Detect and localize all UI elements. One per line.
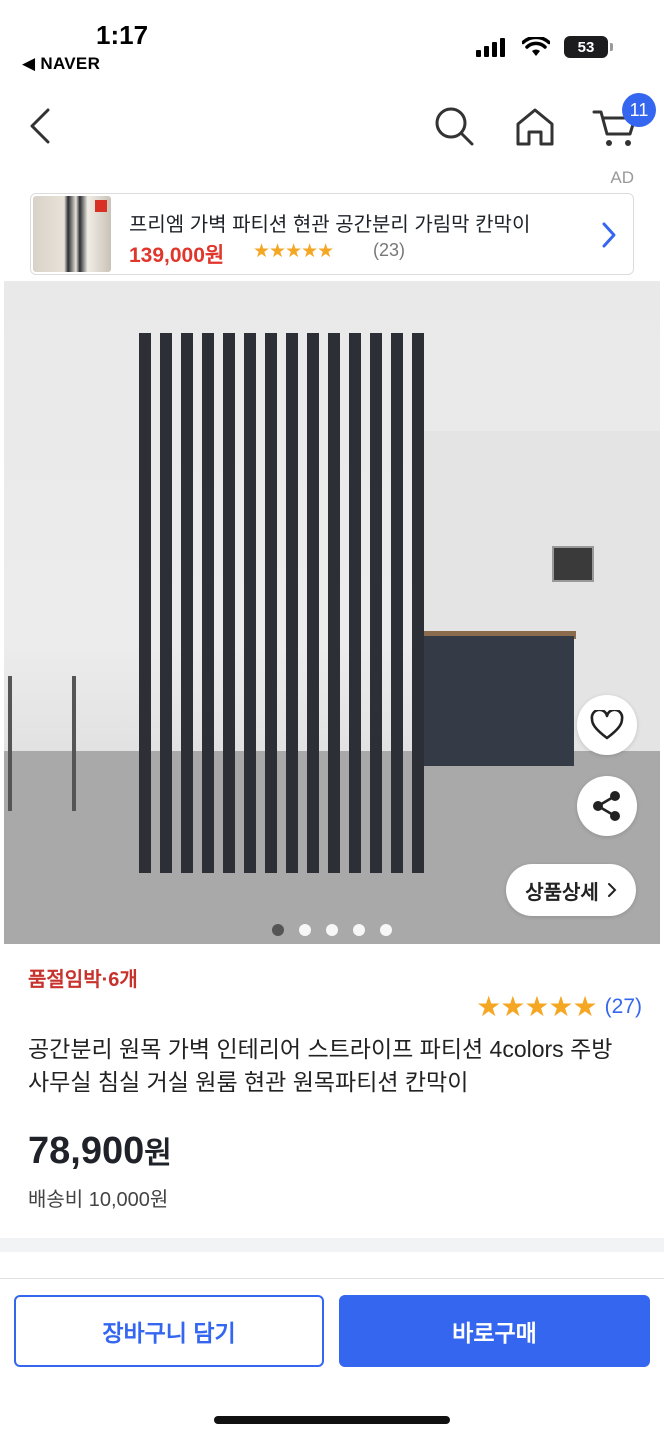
buy-now-button[interactable]: 바로구매	[339, 1295, 650, 1367]
image-partition	[139, 333, 429, 873]
wifi-icon	[522, 37, 550, 56]
product-rating[interactable]: ★★★★★ (27)	[476, 990, 642, 1023]
ad-title: 프리엠 가벽 파티션 현관 공간분리 가림막 칸막이	[129, 214, 531, 236]
carousel-indicator	[272, 924, 392, 936]
battery-level: 53	[577, 38, 595, 56]
shipping-fee: 배송비 10,000원	[28, 1189, 169, 1211]
product-detail-button[interactable]: 상품상세	[506, 864, 636, 916]
back-to-app-link[interactable]: ◀ NAVER	[22, 54, 100, 74]
carousel-dot[interactable]	[353, 924, 365, 936]
product-detail-label: 상품상세	[525, 881, 599, 904]
bottom-bar-divider	[0, 1278, 664, 1279]
home-indicator[interactable]	[214, 1416, 450, 1424]
heart-icon	[590, 710, 624, 740]
share-button[interactable]	[577, 776, 637, 836]
product-title: 공간분리 원목 가벽 인테리어 스트라이프 파티션 4colors 주방 사무실…	[28, 1036, 613, 1095]
price-unit: 원	[144, 1137, 172, 1170]
signal-icon	[476, 38, 505, 57]
ad-product-thumbnail	[33, 196, 111, 272]
status-icons: 53	[476, 36, 613, 58]
carousel-dot[interactable]	[380, 924, 392, 936]
image-cabinet	[424, 636, 574, 766]
status-time: 1:17	[96, 20, 149, 50]
chevron-right-icon	[607, 883, 617, 897]
carousel-dot[interactable]	[272, 924, 284, 936]
ad-star-rating: ★★★★★	[253, 241, 334, 262]
ad-price: 139,000원	[129, 244, 225, 267]
carousel-dot[interactable]	[326, 924, 338, 936]
like-button[interactable]	[577, 695, 637, 755]
price-value: 78,900	[28, 1130, 145, 1172]
back-arrow-icon[interactable]	[22, 104, 66, 148]
share-icon	[593, 791, 620, 821]
add-to-cart-button[interactable]: 장바구니 담기	[14, 1295, 324, 1367]
product-price: 78,900원	[28, 1128, 172, 1173]
product-image-carousel[interactable]: 상품상세	[4, 281, 660, 944]
stock-notice: 품절임박·6개	[28, 969, 138, 991]
ad-review-count: (23)	[373, 240, 406, 260]
image-wall-screen	[552, 546, 594, 582]
ad-label: AD	[610, 168, 634, 187]
search-icon[interactable]	[432, 104, 476, 148]
ad-banner[interactable]: 프리엠 가벽 파티션 현관 공간분리 가림막 칸막이 139,000원 ★★★★…	[30, 193, 634, 275]
cart-count-badge: 11	[622, 93, 656, 127]
carousel-dot[interactable]	[299, 924, 311, 936]
image-stool	[8, 676, 76, 811]
review-count[interactable]: (27)	[605, 995, 642, 1019]
ad-thumb-tag	[95, 200, 107, 212]
star-rating: ★★★★★	[476, 991, 598, 1022]
home-icon[interactable]	[512, 104, 558, 150]
chevron-right-icon	[602, 222, 616, 248]
section-divider	[0, 1238, 664, 1252]
battery-icon: 53	[564, 36, 613, 58]
